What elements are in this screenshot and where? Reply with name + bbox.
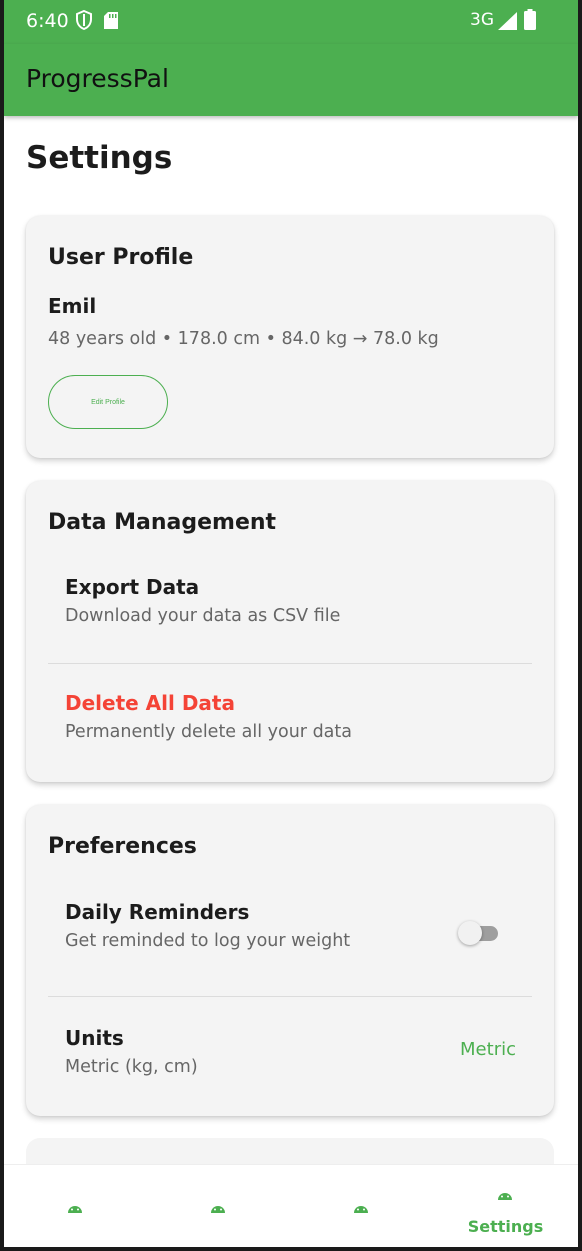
edit-profile-button[interactable]: Edit Profile [48, 375, 168, 429]
units-value[interactable]: Metric [460, 1039, 516, 1060]
nav-item-settings[interactable]: Settings [434, 1165, 577, 1247]
units-subtitle: Metric (kg, cm) [65, 1057, 198, 1077]
user-profile-card: User Profile Emil 48 years old • 178.0 c… [26, 216, 554, 458]
android-icon [354, 1206, 368, 1213]
page-title: Settings [26, 140, 173, 176]
card-title: Data Management [48, 510, 277, 535]
nav-item-3[interactable] [290, 1165, 433, 1247]
export-data-title: Export Data [65, 575, 200, 599]
nav-item-1[interactable] [4, 1165, 147, 1247]
status-time: 6:40 [26, 10, 69, 32]
status-bar: 6:40 3G [4, 0, 578, 44]
shield-icon [76, 10, 92, 30]
profile-stats: 48 years old • 178.0 cm • 84.0 kg → 78.0… [48, 329, 439, 349]
divider [48, 663, 532, 664]
nav-item-2[interactable] [147, 1165, 290, 1247]
android-icon [211, 1206, 225, 1213]
delete-data-row[interactable]: Delete All Data Permanently delete all y… [26, 674, 554, 774]
profile-name: Emil [48, 294, 97, 318]
export-data-row[interactable]: Export Data Download your data as CSV fi… [26, 559, 554, 659]
app-title: ProgressPal [26, 64, 169, 93]
card-title: Preferences [48, 834, 197, 859]
app-bar: ProgressPal [4, 44, 578, 116]
daily-reminders-title: Daily Reminders [65, 900, 250, 924]
bottom-nav: Settings [4, 1164, 578, 1247]
signal-icon [498, 12, 517, 30]
sd-card-icon [104, 12, 118, 29]
preferences-card: Preferences Daily Reminders Get reminded… [26, 805, 554, 1116]
divider [48, 996, 532, 997]
card-title: User Profile [48, 245, 194, 270]
delete-data-title: Delete All Data [65, 691, 235, 715]
network-type: 3G [470, 10, 494, 30]
android-icon [68, 1206, 82, 1213]
android-icon [498, 1193, 512, 1200]
units-title: Units [65, 1026, 124, 1050]
nav-label-settings: Settings [467, 1217, 544, 1236]
app-screen: 6:40 3G ProgressPal Settings User Profil… [4, 0, 578, 1247]
daily-reminders-subtitle: Get reminded to log your weight [65, 931, 351, 951]
toggle-thumb [458, 921, 482, 945]
battery-icon [524, 9, 536, 30]
daily-reminders-toggle[interactable] [458, 920, 500, 946]
delete-data-subtitle: Permanently delete all your data [65, 722, 352, 742]
export-data-subtitle: Download your data as CSV file [65, 606, 341, 626]
data-management-card: Data Management Export Data Download you… [26, 481, 554, 782]
